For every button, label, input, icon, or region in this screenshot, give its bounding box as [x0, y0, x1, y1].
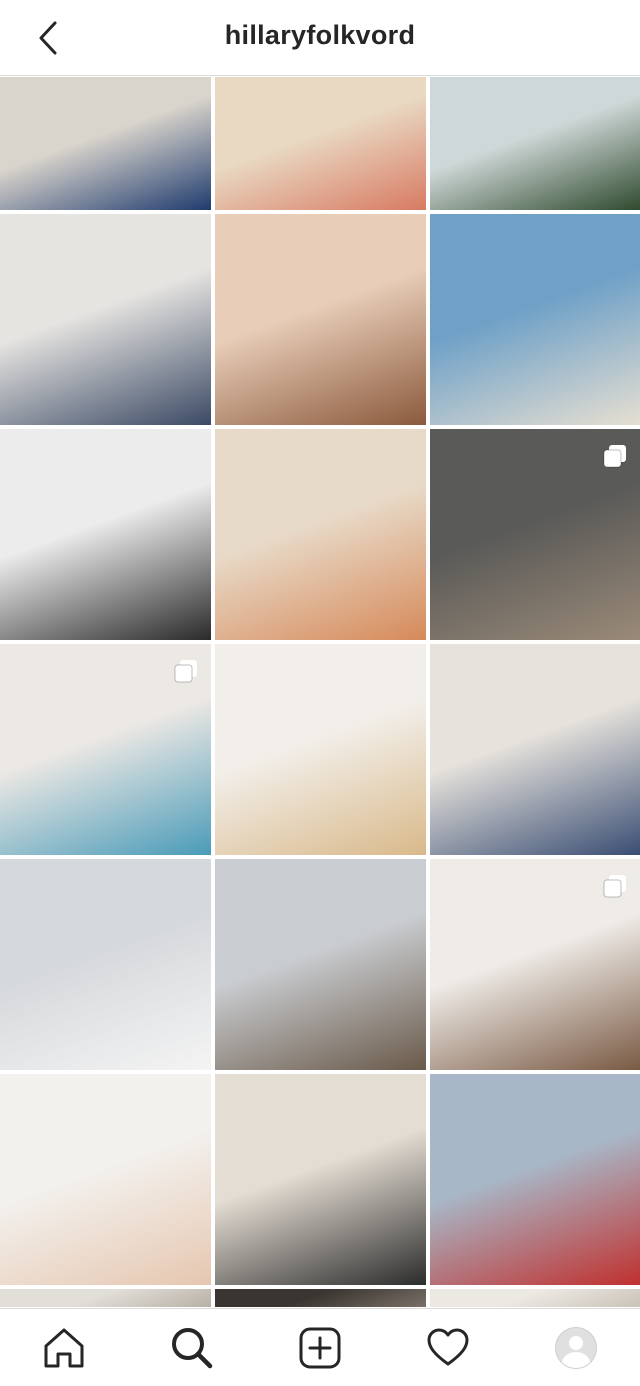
post-thumbnail [0, 214, 211, 425]
post-thumbnail [215, 1074, 426, 1285]
avatar-icon [555, 1326, 597, 1369]
post-baby-kiss-mark[interactable] [0, 1074, 211, 1285]
top-bar: hillaryfolkvord [0, 0, 640, 76]
post-thumbnail [430, 1074, 640, 1285]
post-mother-baby-bed[interactable] [215, 644, 426, 855]
post-fruit-bowl-table[interactable] [215, 429, 426, 640]
post-thumbnail [430, 214, 640, 425]
carousel-icon [174, 660, 197, 683]
post-thumbnail [215, 429, 426, 640]
post-partial-3[interactable] [430, 1289, 640, 1307]
post-woman-striped-top[interactable] [0, 77, 211, 210]
post-thumbnail [215, 644, 426, 855]
tab-home[interactable] [34, 1318, 94, 1378]
post-baby-window[interactable] [215, 859, 426, 1070]
plus-square-icon [299, 1327, 341, 1368]
post-couple-portrait[interactable] [0, 214, 211, 425]
post-thumbnail [430, 644, 640, 855]
search-icon [172, 1327, 213, 1368]
post-mirror-selfie[interactable] [430, 644, 640, 855]
home-icon [44, 1328, 84, 1367]
post-partial-2[interactable] [215, 1289, 426, 1307]
post-mother-child-beach[interactable] [215, 77, 426, 210]
post-thumbnail [0, 1074, 211, 1285]
post-thumbnail [215, 859, 426, 1070]
post-family-black-white[interactable] [0, 429, 211, 640]
post-partial-1[interactable] [0, 1289, 211, 1307]
post-woman-sunglasses-selfie[interactable] [215, 214, 426, 425]
post-woman-striped-shirt-bed[interactable] [215, 1074, 426, 1285]
bottom-tab-bar [0, 1308, 640, 1386]
carousel-icon [603, 445, 626, 468]
tab-profile[interactable] [546, 1318, 606, 1378]
post-thumbnail [0, 859, 211, 1070]
post-family-outdoor[interactable] [430, 429, 640, 640]
page-title: hillaryfolkvord [224, 20, 416, 50]
post-white-kitchen[interactable] [430, 859, 640, 1070]
post-thumbnail [0, 77, 211, 210]
posts-grid [0, 77, 640, 1307]
post-baby-henry-sign[interactable] [430, 1074, 640, 1285]
post-beach-umbrellas[interactable] [430, 214, 640, 425]
post-baby-cake-smash[interactable] [0, 644, 211, 855]
post-skier-snow[interactable] [0, 859, 211, 1070]
post-thumbnail [215, 214, 426, 425]
post-thumbnail [0, 429, 211, 640]
post-thumbnail [215, 77, 426, 210]
post-thumbnail [430, 77, 640, 210]
tab-search[interactable] [162, 1318, 222, 1378]
post-woman-field-picnic[interactable] [430, 77, 640, 210]
post-thumbnail [430, 1289, 640, 1307]
carousel-icon [603, 875, 626, 898]
tab-activity[interactable] [418, 1318, 478, 1378]
post-thumbnail [215, 1289, 426, 1307]
tab-new-post[interactable] [290, 1318, 350, 1378]
heart-icon [427, 1328, 469, 1365]
post-thumbnail [0, 1289, 211, 1307]
